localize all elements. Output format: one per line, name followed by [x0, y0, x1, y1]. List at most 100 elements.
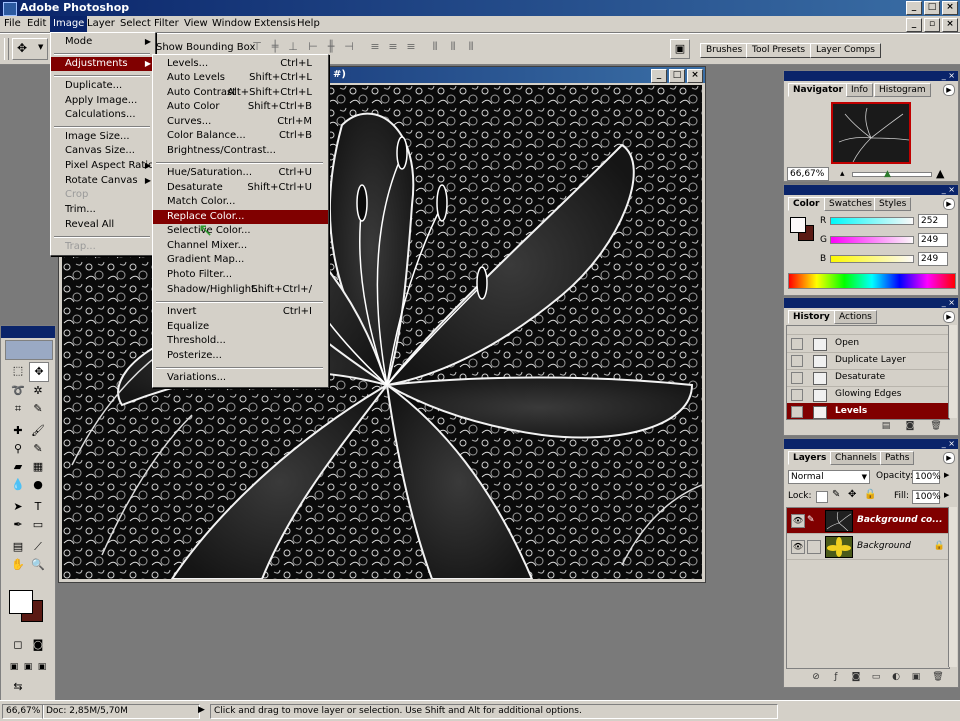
menu-filter[interactable]: Filter	[154, 18, 179, 29]
lock-all-icon[interactable]: 🔒	[864, 489, 876, 500]
adobe-online-logo[interactable]	[5, 340, 53, 360]
image-menu-trim[interactable]: Trim...	[51, 203, 155, 217]
status-menu-arrow-icon[interactable]: ▶	[198, 705, 205, 715]
slice-tool-icon[interactable]: ✎	[29, 400, 47, 418]
zoom-tool-icon[interactable]: 🔍	[29, 556, 47, 574]
distribute-hcenter-icon[interactable]: ⦀	[446, 40, 460, 54]
palette-close-icon[interactable]: _ ×	[942, 185, 955, 195]
tab-actions[interactable]: Actions	[834, 310, 877, 324]
tab-channels[interactable]: Channels	[830, 451, 882, 465]
delete-layer-icon[interactable]: 🗑	[932, 671, 944, 683]
adj-selective-color[interactable]: Selective Color...	[153, 224, 328, 238]
adj-hue-saturation[interactable]: Hue/Saturation... Ctrl+U	[153, 166, 328, 180]
adj-desaturate[interactable]: Desaturate Shift+Ctrl+U	[153, 181, 328, 195]
maximize-button[interactable]: □	[924, 1, 940, 15]
visibility-eye-icon[interactable]: 👁	[791, 514, 805, 528]
tab-swatches[interactable]: Swatches	[824, 197, 877, 211]
marquee-tool-icon[interactable]: ⬚	[9, 362, 27, 380]
gradient-tool-icon[interactable]: ▦	[29, 458, 47, 476]
create-snapshot-icon[interactable]: ◙	[904, 420, 916, 432]
distribute-right-icon[interactable]: ⦀	[464, 40, 478, 54]
new-document-from-state-icon[interactable]: ▤	[880, 420, 892, 432]
layers-palette-titlebar[interactable]: _ ×	[784, 439, 958, 449]
layer-style-icon[interactable]: ƒ	[830, 671, 842, 683]
image-menu-mode[interactable]: Mode ▶	[51, 35, 155, 49]
navigator-proxy-preview[interactable]	[831, 102, 911, 164]
link-layers-icon[interactable]: ⊘	[810, 671, 822, 683]
menu-help[interactable]: Help	[297, 18, 320, 29]
image-menu-duplicate[interactable]: Duplicate...	[51, 79, 155, 93]
image-menu-apply-image[interactable]: Apply Image...	[51, 94, 155, 108]
opacity-arrow-icon[interactable]: ▶	[944, 471, 949, 479]
add-mask-icon[interactable]: ◙	[850, 671, 862, 683]
menu-layer[interactable]: Layer	[87, 18, 115, 29]
palette-well-tool-presets[interactable]: Tool Presets	[746, 43, 812, 58]
history-step-open[interactable]: Open	[787, 335, 949, 353]
toolbox-header[interactable]	[1, 326, 55, 338]
r-slider[interactable]	[830, 217, 914, 225]
history-snapshot-row[interactable]	[787, 326, 949, 335]
file-browser-icon[interactable]: ▣	[670, 39, 690, 59]
tab-histogram[interactable]: Histogram	[874, 83, 931, 97]
image-menu-canvas-size[interactable]: Canvas Size...	[51, 144, 155, 158]
menu-select[interactable]: Select	[120, 18, 151, 29]
tool-preset-picker[interactable]: ✥ ▼	[12, 38, 48, 60]
healing-brush-icon[interactable]: ✚	[9, 422, 27, 440]
palette-well-layer-comps[interactable]: Layer Comps	[810, 43, 881, 58]
new-group-icon[interactable]: ▭	[870, 671, 882, 683]
b-value-field[interactable]: 249	[918, 252, 948, 266]
layer-row-background[interactable]: 👁 Background 🔒	[787, 534, 949, 560]
fill-arrow-icon[interactable]: ▶	[944, 491, 949, 499]
adj-match-color[interactable]: Match Color...	[153, 195, 328, 209]
adj-variations[interactable]: Variations...	[153, 371, 328, 385]
distribute-vcenter-icon[interactable]: ≡	[386, 40, 400, 54]
image-menu-pixel-aspect-ratio[interactable]: Pixel Aspect Ratio ▶	[51, 159, 155, 173]
palette-menu-icon[interactable]: ▶	[943, 198, 955, 210]
tab-styles[interactable]: Styles	[874, 197, 912, 211]
g-slider[interactable]	[830, 236, 914, 244]
align-bottom-icon[interactable]: ⊥	[286, 40, 300, 54]
history-step-glowing-edges[interactable]: Glowing Edges	[787, 386, 949, 404]
screen-mode-full-icon[interactable]: ▣	[33, 658, 51, 676]
move-tool-icon[interactable]: ✥	[29, 362, 49, 382]
magic-wand-icon[interactable]: ✲	[29, 382, 47, 400]
adj-shadow-highlight[interactable]: Shadow/Highlight... Shift+Ctrl+/	[153, 283, 328, 297]
doc-window-close-button[interactable]: ×	[687, 69, 703, 83]
history-brush-icon[interactable]: ✎	[29, 440, 47, 458]
align-hcenter-icon[interactable]: ╫	[324, 40, 338, 54]
palette-menu-icon[interactable]: ▶	[943, 452, 955, 464]
palette-close-icon[interactable]: _ ×	[942, 439, 955, 449]
options-bar-grip[interactable]	[4, 38, 9, 60]
navigator-zoom-slider[interactable]	[852, 172, 932, 177]
menu-file[interactable]: File	[4, 18, 21, 29]
opacity-field[interactable]: 100%	[912, 470, 941, 484]
adj-auto-contrast[interactable]: Auto Contrast Alt+Shift+Ctrl+L	[153, 86, 328, 100]
history-step-levels[interactable]: Levels	[787, 403, 949, 419]
path-selection-icon[interactable]: ➤	[9, 498, 27, 516]
zoom-out-icon[interactable]: ▴	[840, 169, 845, 179]
navigator-zoom-field[interactable]: 66,67%	[787, 167, 829, 181]
palette-well-brushes[interactable]: Brushes	[700, 43, 749, 58]
minimize-button[interactable]: _	[906, 1, 922, 15]
align-left-icon[interactable]: ⊢	[306, 40, 320, 54]
adj-replace-color[interactable]: Replace Color...	[153, 210, 328, 224]
g-value-field[interactable]: 249	[918, 233, 948, 247]
doc-window-maximize-button[interactable]: □	[669, 69, 685, 83]
adj-brightness-contrast[interactable]: Brightness/Contrast...	[153, 144, 328, 158]
adj-auto-levels[interactable]: Auto Levels Shift+Ctrl+L	[153, 71, 328, 85]
type-tool-icon[interactable]: T	[29, 498, 47, 516]
align-top-icon[interactable]: ⊤	[250, 40, 264, 54]
layers-scrollbar[interactable]	[948, 507, 957, 667]
adjustment-layer-icon[interactable]: ◐	[890, 671, 902, 683]
zoom-slider-thumb-icon[interactable]: ▲	[884, 169, 891, 179]
distribute-top-icon[interactable]: ≡	[368, 40, 382, 54]
zoom-in-icon[interactable]: ▲	[936, 167, 944, 180]
palette-close-icon[interactable]: _ ×	[942, 298, 955, 308]
layer-link-box[interactable]	[807, 540, 821, 554]
adj-invert[interactable]: Invert Ctrl+I	[153, 305, 328, 319]
layer-name[interactable]: Background co...	[857, 508, 942, 533]
close-button[interactable]: ×	[942, 1, 958, 15]
distribute-left-icon[interactable]: ⦀	[428, 40, 442, 54]
menu-extensis[interactable]: Extensis	[254, 18, 296, 29]
lasso-tool-icon[interactable]: ➰	[9, 382, 27, 400]
